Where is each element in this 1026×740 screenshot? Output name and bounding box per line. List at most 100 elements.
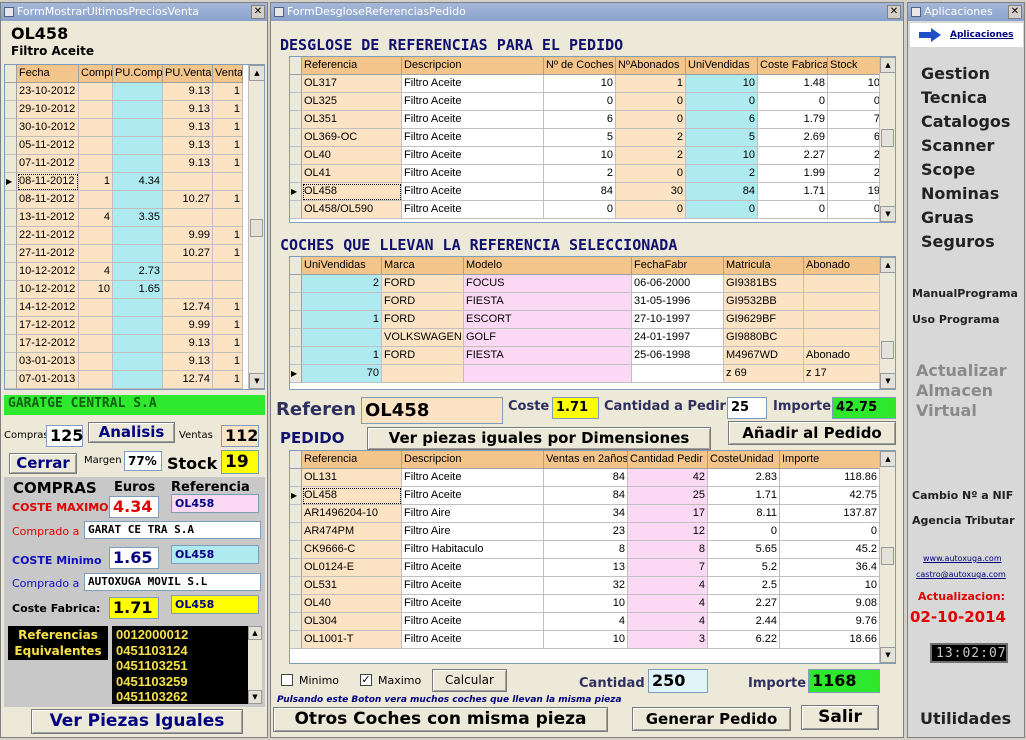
column-header[interactable]: PU.Compr xyxy=(113,65,163,83)
column-header[interactable]: Matricula xyxy=(724,257,804,275)
ref-equivalente-item[interactable]: 0451103251 xyxy=(116,658,188,673)
vertical-scrollbar[interactable]: ▲ ▼ xyxy=(879,257,895,389)
ref-equivalente-item[interactable]: 0451103262 xyxy=(116,689,188,704)
column-header[interactable]: NºAbonados xyxy=(616,57,686,75)
right-window-titlebar[interactable]: Aplicaciones ✕ xyxy=(908,3,1024,21)
aplicaciones-header[interactable]: Aplicaciones xyxy=(910,23,1023,47)
pedido-grid[interactable]: Referencia Descripcion Ventas en 2años Cant… xyxy=(289,450,896,664)
scroll-down-icon[interactable]: ▼ xyxy=(880,373,895,389)
utilidades-link[interactable]: Utilidades xyxy=(920,709,1011,728)
cell-desc: Filtro Aire xyxy=(402,523,544,541)
ref-equivalentes-list[interactable]: 0012000012 0451103124 0451103251 0451103259… xyxy=(112,626,262,704)
menu-item-scanner[interactable]: Scanner xyxy=(921,136,994,155)
menu-item-gestion[interactable]: Gestion xyxy=(921,64,990,83)
actualizar-line-2[interactable]: Almacen xyxy=(916,381,993,400)
scroll-thumb[interactable] xyxy=(881,547,894,565)
ref-equivalente-item[interactable]: 0451103124 xyxy=(116,643,188,658)
manual-programa-link[interactable]: ManualPrograma xyxy=(912,287,1018,300)
coste-fabrica-ref: OL458 xyxy=(171,595,259,614)
ver-piezas-iguales-button[interactable]: Ver Piezas Iguales xyxy=(31,709,243,734)
left-window-titlebar[interactable]: FormMostrarUltimosPreciosVenta ✕ xyxy=(1,3,267,21)
minimo-checkbox[interactable] xyxy=(281,674,293,686)
generar-pedido-button[interactable]: Generar Pedido xyxy=(632,707,791,731)
column-header[interactable]: Descripcion xyxy=(402,451,544,469)
column-header[interactable]: Abonado xyxy=(804,257,884,275)
column-header[interactable]: Coste Fabrica xyxy=(758,57,828,75)
analisis-button[interactable]: Analisis xyxy=(88,422,175,443)
cell-abonado: Abonado xyxy=(804,347,884,365)
column-header[interactable]: Referencia xyxy=(302,57,402,75)
close-icon[interactable]: ✕ xyxy=(1008,5,1022,19)
column-header[interactable]: PU.Venta xyxy=(163,65,213,83)
anadir-pedido-button[interactable]: Añadir al Pedido xyxy=(728,421,896,445)
scroll-down-icon[interactable]: ▼ xyxy=(249,373,264,389)
ref-equivalente-item[interactable]: 0451103259 xyxy=(116,674,188,689)
referen-value[interactable]: OL458 xyxy=(361,397,503,424)
desglose-grid[interactable]: Referencia Descripcion Nº de Coches NºAbona… xyxy=(289,56,896,223)
column-header[interactable]: Compr xyxy=(79,65,113,83)
vertical-scrollbar[interactable]: ▲ ▼ xyxy=(248,626,262,704)
scroll-up-icon[interactable]: ▲ xyxy=(249,65,264,81)
cerrar-button[interactable]: Cerrar xyxy=(9,453,77,474)
cambio-nif-link[interactable]: Cambio Nº a NIF xyxy=(912,489,1013,502)
uso-programa-link[interactable]: Uso Programa xyxy=(912,313,1000,326)
ver-dimensiones-button[interactable]: Ver piezas iguales por Dimensiones xyxy=(367,427,711,450)
column-header[interactable]: Ventas en 2años xyxy=(544,451,628,469)
column-header[interactable]: Fecha xyxy=(17,65,79,83)
menu-item-nominas[interactable]: Nominas xyxy=(921,184,999,203)
scroll-up-icon[interactable]: ▲ xyxy=(880,451,895,467)
scroll-up-icon[interactable]: ▲ xyxy=(248,626,262,640)
cell-ref: AR1496204-10 xyxy=(302,505,402,523)
scroll-up-icon[interactable]: ▲ xyxy=(880,257,895,273)
column-header[interactable]: Descripcion xyxy=(402,57,544,75)
menu-item-gruas[interactable]: Gruas xyxy=(921,208,974,227)
menu-item-catalogos[interactable]: Catalogos xyxy=(921,112,1010,131)
menu-item-tecnica[interactable]: Tecnica xyxy=(921,88,987,107)
vertical-scrollbar[interactable]: ▲ ▼ xyxy=(879,451,895,663)
scroll-thumb[interactable] xyxy=(250,219,263,237)
vertical-scrollbar[interactable]: ▲ ▼ xyxy=(879,57,895,222)
close-icon[interactable]: ✕ xyxy=(251,5,265,19)
close-icon[interactable]: ✕ xyxy=(887,5,901,19)
row-indicator xyxy=(290,201,302,219)
scroll-thumb[interactable] xyxy=(881,341,894,359)
column-header[interactable]: Modelo xyxy=(464,257,632,275)
column-header[interactable]: Nº de Coches xyxy=(544,57,616,75)
column-header[interactable]: Stock xyxy=(828,57,883,75)
column-header[interactable]: UniVendidas xyxy=(302,257,382,275)
cell-pucompra xyxy=(113,317,163,335)
website-link[interactable]: www.autoxuga.com xyxy=(923,554,1002,563)
cantidad-pedir-input[interactable]: 25 xyxy=(727,397,767,419)
aplicaciones-link[interactable]: Aplicaciones xyxy=(950,30,1013,40)
column-header[interactable]: Cantidad Pedir xyxy=(628,451,708,469)
column-header[interactable]: Importe xyxy=(780,451,880,469)
scroll-down-icon[interactable]: ▼ xyxy=(248,690,262,704)
coches-grid[interactable]: UniVendidas Marca Modelo FechaFabr Matricula… xyxy=(289,256,896,390)
agencia-tributaria-link[interactable]: Agencia Tributar xyxy=(912,514,1015,527)
menu-item-scope[interactable]: Scope xyxy=(921,160,975,179)
column-header[interactable]: Referencia xyxy=(302,451,402,469)
scroll-up-icon[interactable]: ▲ xyxy=(880,57,895,73)
calcular-button[interactable]: Calcular xyxy=(432,669,507,692)
otros-coches-button[interactable]: Otros Coches con misma pieza xyxy=(273,707,608,732)
scroll-down-icon[interactable]: ▼ xyxy=(880,647,895,663)
column-header[interactable]: Venta xyxy=(213,65,243,83)
cell-importe: 45.2 xyxy=(780,541,880,559)
maximo-checkbox[interactable]: ✓ xyxy=(360,674,372,686)
actualizar-line-3[interactable]: Virtual xyxy=(916,401,977,420)
column-header[interactable]: UniVendidas xyxy=(686,57,758,75)
center-window-titlebar[interactable]: FormDesgloseReferenciasPedido ✕ xyxy=(271,3,903,21)
cell-coste: 0 xyxy=(708,523,780,541)
vertical-scrollbar[interactable]: ▲ ▼ xyxy=(248,65,264,389)
salir-button[interactable]: Salir xyxy=(801,705,879,730)
actualizar-line-1[interactable]: Actualizar xyxy=(916,361,1007,380)
last-prices-grid[interactable]: Fecha Compr PU.Compr PU.Venta Venta 23-10-201… xyxy=(4,64,265,390)
scroll-down-icon[interactable]: ▼ xyxy=(880,206,895,222)
menu-item-seguros[interactable]: Seguros xyxy=(921,232,995,251)
column-header[interactable]: CosteUnidad xyxy=(708,451,780,469)
ref-equivalente-item[interactable]: 0012000012 xyxy=(116,627,188,642)
email-link[interactable]: castro@autoxuga.com xyxy=(916,570,1006,579)
column-header[interactable]: Marca xyxy=(382,257,464,275)
column-header[interactable]: FechaFabr xyxy=(632,257,724,275)
scroll-thumb[interactable] xyxy=(881,129,894,147)
